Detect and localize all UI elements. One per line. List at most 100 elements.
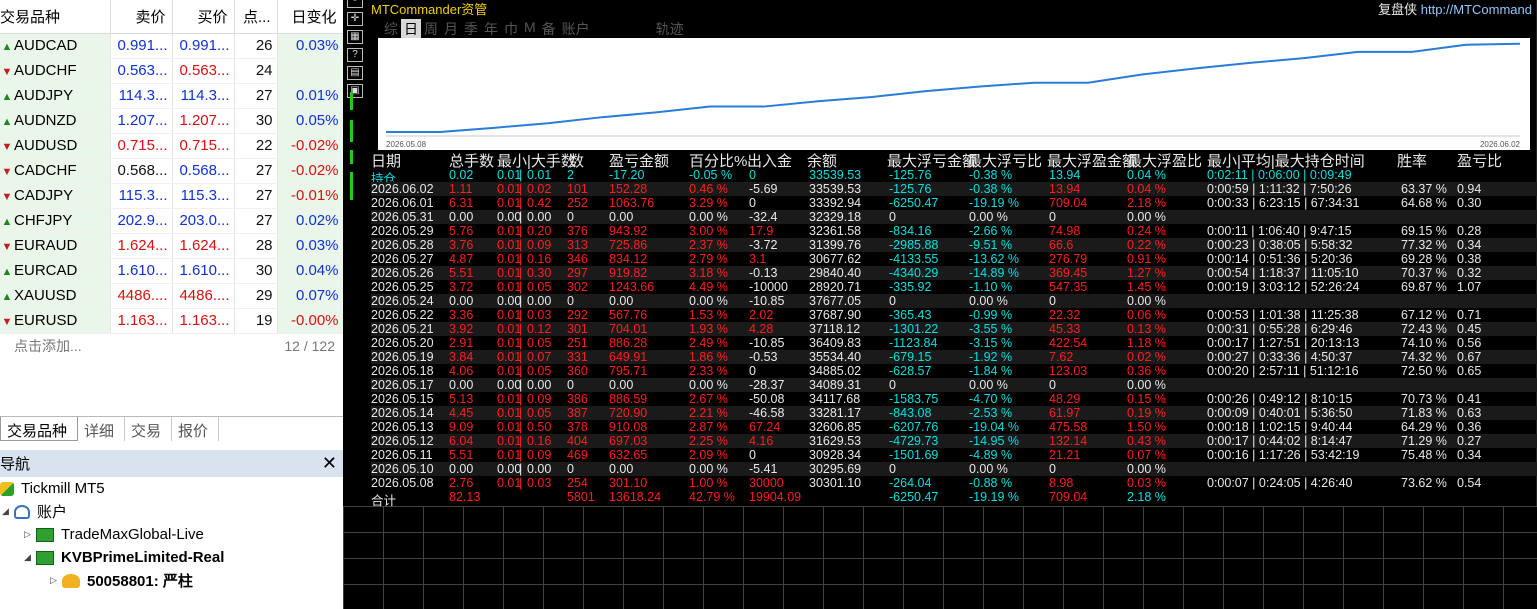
stats-row[interactable]: 2026.05.10 0.00 0.00 0.00 0 0.00 0.00 % -5.41 30… [371, 462, 1537, 476]
stats-row[interactable]: 2026.06.01 6.31 0.01 0.42 252 1063.76 3.29 % 0 3… [371, 196, 1537, 210]
market-row-chfjpy[interactable]: ▲ CHFJPY 202.9... 203.0... 27 0.02% [0, 208, 344, 234]
stats-row[interactable]: 2026.05.21 3.92 0.01 0.12 301 704.01 1.93 % 4.2… [371, 322, 1537, 336]
add-symbol-row[interactable]: 点击添加... 12 / 122 [0, 334, 343, 359]
stats-row[interactable]: 2026.05.27 4.87 0.01 0.16 346 834.12 2.79 % 3.1… [371, 252, 1537, 266]
stats-row[interactable]: 2026.05.19 3.84 0.01 0.07 331 649.91 1.86 % -0.… [371, 350, 1537, 364]
stats-row[interactable]: 2026.05.31 0.00 0.00 0.00 0 0.00 0.00 % -32.4 32… [371, 210, 1537, 224]
col-symbol-header[interactable]: 交易品种 [0, 0, 111, 34]
cell-maxloss: -4729.73 [889, 434, 939, 448]
col-change-header[interactable]: 日变化 [277, 0, 344, 34]
period-tab[interactable]: 综 [381, 19, 401, 39]
period-tab[interactable]: 周 [421, 19, 441, 39]
cell-min: 0.01 [497, 322, 522, 336]
cell-balance: 32329.18 [809, 210, 862, 224]
market-row-eurcad[interactable]: ▲ EURCAD 1.610... 1.610... 30 0.04% [0, 258, 344, 284]
stats-row[interactable]: 2026.05.11 5.51 0.01 0.09 469 632.65 2.09 % 0 30… [371, 448, 1537, 462]
crosshair-icon[interactable]: ✛ [347, 12, 363, 26]
cell-count: 378 [567, 420, 588, 434]
grid-icon[interactable]: ▤ [347, 66, 363, 80]
market-row-euraud[interactable]: ▼ EURAUD 1.624... 1.624... 28 0.03% [0, 233, 344, 259]
add-symbol-label[interactable]: 点击添加... [14, 336, 82, 356]
col-bid-header[interactable]: 卖价 [110, 0, 173, 34]
period-tab[interactable]: 年 [481, 19, 501, 39]
cell-pct: 3.00 % [689, 224, 728, 238]
stats-total-row[interactable]: 合计 82.13 5801 13618.24 42.79 % 19904.09 -6250.… [371, 490, 1537, 508]
spread-cell: 27 [234, 208, 278, 234]
tab-details[interactable]: 详细 [78, 417, 126, 441]
stats-header: 出入金 [747, 153, 793, 170]
tree-server-1[interactable]: ▷ TradeMaxGlobal-Live [0, 523, 343, 546]
period-tab[interactable]: M [521, 19, 539, 39]
tab-ticks[interactable]: 报价 [172, 417, 220, 441]
help-icon[interactable]: ? [347, 48, 363, 62]
collapse-icon[interactable]: ◢ [24, 552, 36, 563]
stats-row[interactable]: 2026.05.18 4.06 0.01 0.05 360 795.71 2.33 % 0 34… [371, 364, 1537, 378]
market-row-cadchf[interactable]: ▼ CADCHF 0.568... 0.568... 27 -0.02% [0, 158, 344, 184]
cell-time: 0:00:09 | 0:40:01 | 5:36:50 [1207, 406, 1353, 420]
stats-row[interactable]: 2026.05.26 5.51 0.01 0.30 297 919.82 3.18 % -0.… [371, 266, 1537, 280]
tab-symbols[interactable]: 交易品种 [0, 417, 79, 441]
navigator-header: 导航 ✕ [0, 450, 343, 477]
cell-min: 0.01 [497, 252, 522, 266]
cell-maxloss: -264.04 [889, 476, 932, 490]
stats-row[interactable]: 2026.05.29 5.76 0.01 0.20 376 943.92 3.00 % 17.… [371, 224, 1537, 238]
stats-row[interactable]: 2026.05.20 2.91 0.01 0.05 251 886.28 2.49 % -10… [371, 336, 1537, 350]
stats-row[interactable]: 2026.05.24 0.00 0.00 0.00 0 0.00 0.00 % -10.85 3… [371, 294, 1537, 308]
arrow-down-icon: ▼ [1, 141, 13, 153]
cell-maxprofitpct: 2.18 % [1127, 490, 1166, 504]
expand-icon[interactable]: ▷ [24, 529, 36, 540]
stats-row[interactable]: 2026.06.02 1.11 0.01 0.02 101 152.28 0.46 % -5.… [371, 182, 1537, 196]
collapse-icon[interactable]: ◢ [2, 506, 14, 517]
market-row-audcad[interactable]: ▲ AUDCAD 0.991... 0.991... 26 0.03% [0, 33, 344, 59]
cell-balance: 37118.12 [809, 322, 861, 336]
period-tab[interactable]: 备 [539, 19, 559, 39]
tree-platform[interactable]: Tickmill MT5 [0, 477, 343, 500]
brand-url[interactable]: http://MTCommand [1421, 2, 1532, 17]
stats-row[interactable]: 2026.05.17 0.00 0.00 0.00 0 0.00 0.00 % -28.37 3… [371, 378, 1537, 392]
market-row-audjpy[interactable]: ▲ AUDJPY 114.3... 114.3... 27 0.01% [0, 83, 344, 109]
stats-row[interactable]: 2026.05.13 9.09 0.01 0.50 378 910.08 2.87 % 67.… [371, 420, 1537, 434]
arrow-up-icon: ▲ [1, 91, 13, 103]
market-row-xauusd[interactable]: ▲ XAUUSD 4486.... 4486.... 29 0.07% [0, 283, 344, 309]
minimize-icon[interactable]: ▫ [347, 0, 363, 8]
cell-maxprofitpct: 1.50 % [1127, 420, 1166, 434]
expand-icon[interactable]: ▷ [50, 575, 62, 586]
period-tab[interactable]: 巾 [501, 19, 521, 39]
stats-row[interactable]: 2026.05.08 2.76 0.01 0.03 254 301.10 1.00 % 300… [371, 476, 1537, 490]
platform-name: Tickmill MT5 [21, 480, 105, 497]
period-tab[interactable]: 月 [441, 19, 461, 39]
stats-row[interactable]: 2026.05.15 5.13 0.01 0.09 386 886.59 2.67 % -50… [371, 392, 1537, 406]
stats-row[interactable]: 2026.05.25 3.72 0.01 0.05 302 1243.66 4.49 % -1… [371, 280, 1537, 294]
track-tab[interactable]: 轨迹 [653, 19, 687, 39]
market-row-audchf[interactable]: ▼ AUDCHF 0.563... 0.563... 24 [0, 58, 344, 84]
stats-header: 盈亏比 [1457, 153, 1503, 170]
layout-icon[interactable]: ▦ [347, 30, 363, 44]
cell-balance: 31399.76 [809, 238, 862, 252]
market-row-eurusd[interactable]: ▼ EURUSD 1.163... 1.163... 19 -0.00% [0, 308, 344, 334]
cell-pf: 1.07 [1457, 280, 1482, 294]
tab-trading[interactable]: 交易 [125, 417, 173, 441]
cell-flow: 19904.09 [749, 490, 802, 504]
col-ask-header[interactable]: 买价 [172, 0, 235, 34]
stats-header: 最大浮亏比 [967, 153, 1043, 170]
market-row-audnzd[interactable]: ▲ AUDNZD 1.207... 1.207... 30 0.05% [0, 108, 344, 134]
market-row-cadjpy[interactable]: ▼ CADJPY 115.3... 115.3... 27 -0.01% [0, 183, 344, 209]
symbol-name: AUDCHF [14, 62, 77, 79]
cell-pf: 0.34 [1457, 448, 1482, 462]
cell-pnl: 152.28 [609, 182, 648, 196]
tree-account[interactable]: ▷ 50058801: 严柱 [0, 569, 343, 592]
close-icon[interactable]: ✕ [322, 453, 337, 474]
market-row-audusd[interactable]: ▼ AUDUSD 0.715... 0.715... 22 -0.02% [0, 133, 344, 159]
stats-holding-row[interactable]: 持仓 0.02 0.01 0.01 2 -17.20 -0.05 % 0 33539.53 -12… [371, 168, 1537, 186]
stats-row[interactable]: 2026.05.14 4.45 0.01 0.05 387 720.90 2.21 % -46… [371, 406, 1537, 420]
tree-accounts[interactable]: ◢ 账户 [0, 500, 343, 523]
stats-row[interactable]: 2026.05.12 6.04 0.01 0.16 404 697.03 2.25 % 4.1… [371, 434, 1537, 448]
cell-maxprofit: 45.33 [1049, 322, 1081, 336]
period-tab[interactable]: 季 [461, 19, 481, 39]
period-tab[interactable]: 日 [401, 19, 421, 39]
stats-row[interactable]: 2026.05.22 3.36 0.01 0.03 292 567.76 1.53 % 2.0… [371, 308, 1537, 322]
stats-row[interactable]: 2026.05.28 3.76 0.01 0.09 313 725.86 2.37 % -3.… [371, 238, 1537, 252]
period-tab[interactable]: 账户 [559, 19, 593, 39]
col-spread-header[interactable]: 点... [234, 0, 278, 34]
tree-server-2[interactable]: ◢ KVBPrimeLimited-Real [0, 546, 343, 569]
